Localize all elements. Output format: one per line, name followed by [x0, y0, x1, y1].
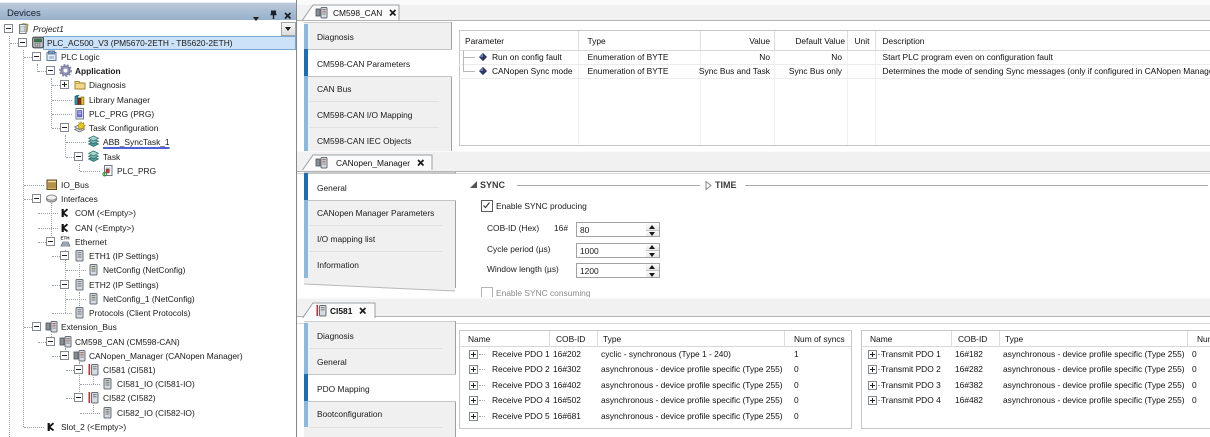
svg-text:ETH: ETH	[61, 236, 70, 241]
